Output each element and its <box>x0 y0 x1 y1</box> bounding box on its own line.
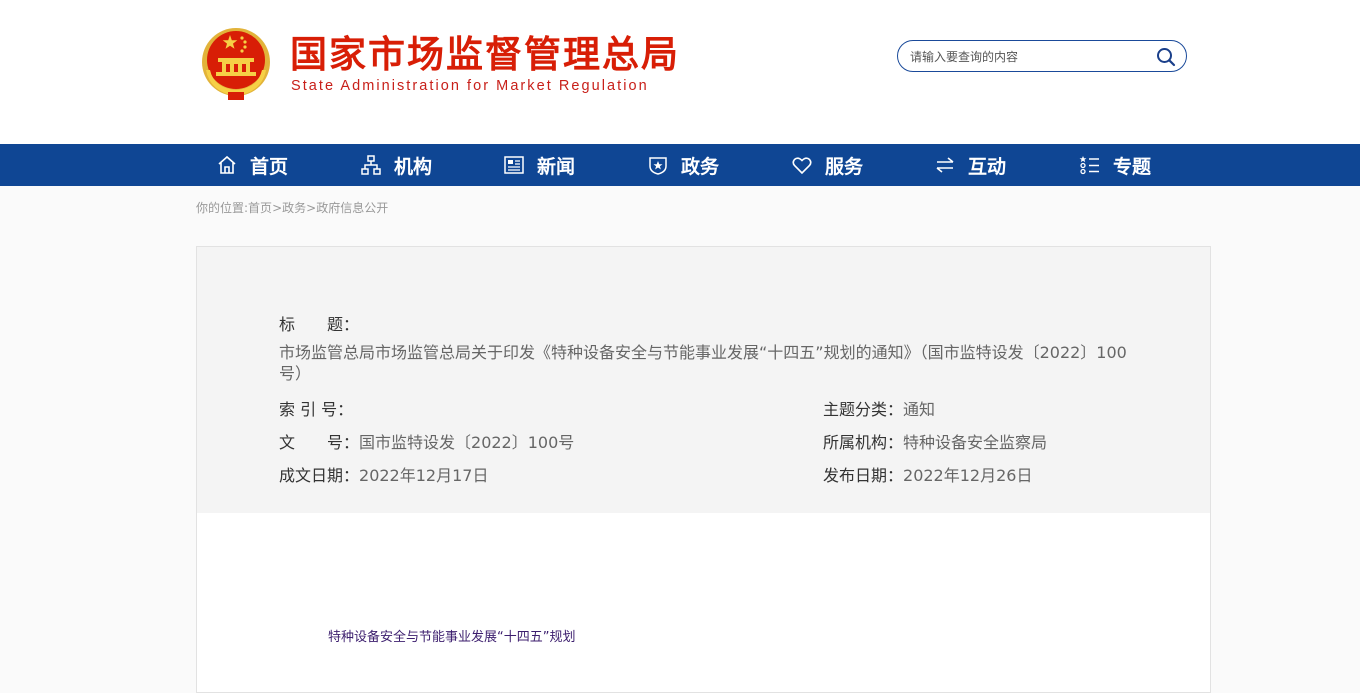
nav-label: 专题 <box>1113 155 1152 178</box>
home-icon <box>218 155 236 174</box>
document-content: 特种设备安全与节能事业发展“十四五”规划 <box>196 513 1211 693</box>
nav-label: 机构 <box>394 155 433 178</box>
breadcrumb: 你的位置:首页>政务>政府信息公开 <box>196 199 388 216</box>
breadcrumb-separator: > <box>272 201 283 215</box>
newspaper-icon <box>504 156 524 174</box>
breadcrumb-gov-info[interactable]: 政府信息公开 <box>316 201 388 215</box>
nav-item-affairs[interactable]: 政务 <box>647 144 719 186</box>
written-date-label: 成文日期： <box>279 466 360 485</box>
nav-label: 政务 <box>681 155 720 178</box>
title-label: 标 题： <box>279 315 360 334</box>
breadcrumb-prefix: 你的位置: <box>196 201 249 215</box>
main-nav: 首页 机构 新闻 政务 服务 互动 专题 <box>0 144 1360 186</box>
category-row: 主题分类：通知 <box>823 396 935 420</box>
site-title: 国家市场监督管理总局 <box>290 33 680 76</box>
list-icon <box>1079 156 1099 175</box>
nav-label: 新闻 <box>537 155 576 178</box>
national-emblem-icon <box>202 28 270 100</box>
nav-item-topics[interactable]: 专题 <box>1079 144 1151 186</box>
search-box <box>897 40 1187 72</box>
category-value: 通知 <box>903 400 936 419</box>
document-title: 市场监管总局市场监管总局关于印发《特种设备安全与节能事业发展“十四五”规划的通知… <box>279 343 1127 383</box>
publish-date-value: 2022年12月26日 <box>903 466 1033 485</box>
publish-date-label: 发布日期： <box>823 466 904 485</box>
search-icon[interactable] <box>1156 47 1176 67</box>
content-heading: 特种设备安全与节能事业发展“十四五”规划 <box>328 630 576 645</box>
nav-item-news[interactable]: 新闻 <box>503 144 575 186</box>
breadcrumb-home[interactable]: 首页 <box>248 201 272 215</box>
doc-number-row: 文 号：国市监特设发〔2022〕100号 <box>279 429 574 453</box>
organization-value: 特种设备安全监察局 <box>903 433 1048 452</box>
shield-icon <box>649 157 667 175</box>
organization-row: 所属机构：特种设备安全监察局 <box>823 429 1047 453</box>
org-chart-icon <box>361 155 381 175</box>
exchange-icon <box>936 157 954 173</box>
nav-item-service[interactable]: 服务 <box>791 144 863 186</box>
nav-label: 服务 <box>825 155 864 178</box>
heart-icon <box>792 157 812 175</box>
organization-label: 所属机构： <box>823 433 904 452</box>
search-input[interactable] <box>908 47 1152 67</box>
nav-item-home[interactable]: 首页 <box>216 144 288 186</box>
category-label: 主题分类： <box>823 400 904 419</box>
document-info-panel: 标 题： 市场监管总局市场监管总局关于印发《特种设备安全与节能事业发展“十四五”… <box>196 246 1211 514</box>
publish-date-row: 发布日期：2022年12月26日 <box>823 462 1032 486</box>
site-subtitle: State Administration for Market Regulati… <box>291 78 649 94</box>
nav-item-interact[interactable]: 互动 <box>934 144 1006 186</box>
header: 国家市场监督管理总局 State Administration for Mark… <box>0 0 1360 144</box>
nav-item-org[interactable]: 机构 <box>360 144 432 186</box>
written-date-value: 2022年12月17日 <box>359 466 489 485</box>
index-number-row: 索 引 号： <box>279 396 353 420</box>
index-number-label: 索 引 号： <box>279 400 354 419</box>
breadcrumb-affairs[interactable]: 政务 <box>282 201 306 215</box>
doc-number-value: 国市监特设发〔2022〕100号 <box>359 433 575 452</box>
nav-label: 首页 <box>250 155 289 178</box>
doc-number-label: 文 号： <box>279 433 360 452</box>
breadcrumb-separator: > <box>306 201 317 215</box>
written-date-row: 成文日期：2022年12月17日 <box>279 462 488 486</box>
nav-label: 互动 <box>968 155 1007 178</box>
